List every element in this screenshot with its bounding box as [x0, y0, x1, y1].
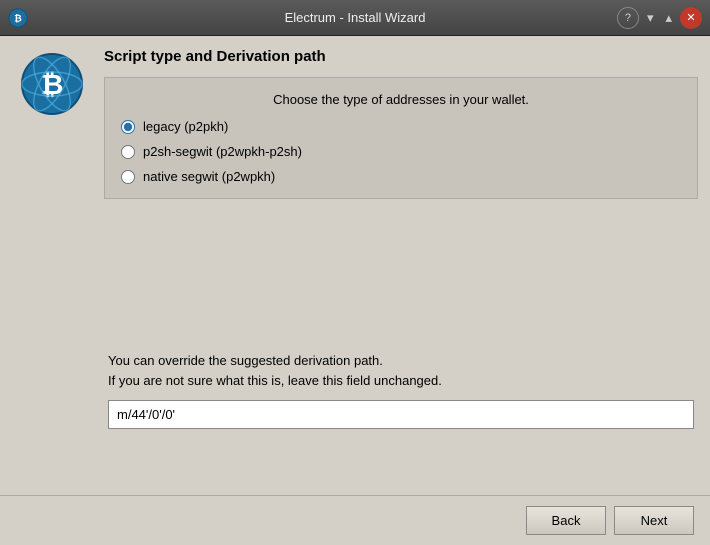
derivation-hint: You can override the suggested derivatio… [108, 351, 694, 390]
next-button[interactable]: Next [614, 506, 694, 535]
radio-options-box: Choose the type of addresses in your wal… [104, 77, 698, 199]
app-icon: ₿ [8, 8, 28, 28]
logo-panel: ₿ [12, 48, 92, 483]
radio-item-native-segwit[interactable]: native segwit (p2wpkh) [121, 169, 681, 184]
cursor-area [104, 219, 698, 351]
svg-text:₿: ₿ [14, 13, 22, 23]
radio-legacy[interactable] [121, 120, 135, 134]
radio-p2sh-segwit[interactable] [121, 145, 135, 159]
window-title: Electrum - Install Wizard [285, 10, 426, 25]
expand-button[interactable]: ▴ [661, 8, 676, 28]
radio-item-p2sh-segwit[interactable]: p2sh-segwit (p2wpkh-p2sh) [121, 144, 681, 159]
derivation-hint-line1: You can override the suggested derivatio… [108, 353, 383, 368]
derivation-section: You can override the suggested derivatio… [104, 351, 698, 483]
section-title: Script type and Derivation path [104, 48, 698, 65]
main-content: ₿ Script type and Derivation path Choose… [0, 36, 710, 495]
titlebar: ₿ Electrum - Install Wizard ? ▾ ▴ ✕ [0, 0, 710, 36]
help-button[interactable]: ? [617, 7, 639, 29]
derivation-path-input[interactable] [108, 400, 694, 429]
radio-p2sh-segwit-label[interactable]: p2sh-segwit (p2wpkh-p2sh) [143, 144, 302, 159]
titlebar-controls: ? ▾ ▴ ✕ [617, 7, 702, 29]
titlebar-left: ₿ [8, 8, 28, 28]
radio-native-segwit-label[interactable]: native segwit (p2wpkh) [143, 169, 275, 184]
radio-legacy-label[interactable]: legacy (p2pkh) [143, 119, 228, 134]
content-panel: Script type and Derivation path Choose t… [104, 48, 698, 483]
radio-item-legacy[interactable]: legacy (p2pkh) [121, 119, 681, 134]
derivation-hint-line2: If you are not sure what this is, leave … [108, 373, 442, 388]
footer: Back Next [0, 495, 710, 545]
radio-native-segwit[interactable] [121, 170, 135, 184]
back-button[interactable]: Back [526, 506, 606, 535]
electrum-logo: ₿ [20, 52, 84, 116]
radio-hint: Choose the type of addresses in your wal… [121, 92, 681, 107]
close-button[interactable]: ✕ [680, 7, 702, 29]
collapse-button[interactable]: ▾ [643, 8, 658, 28]
